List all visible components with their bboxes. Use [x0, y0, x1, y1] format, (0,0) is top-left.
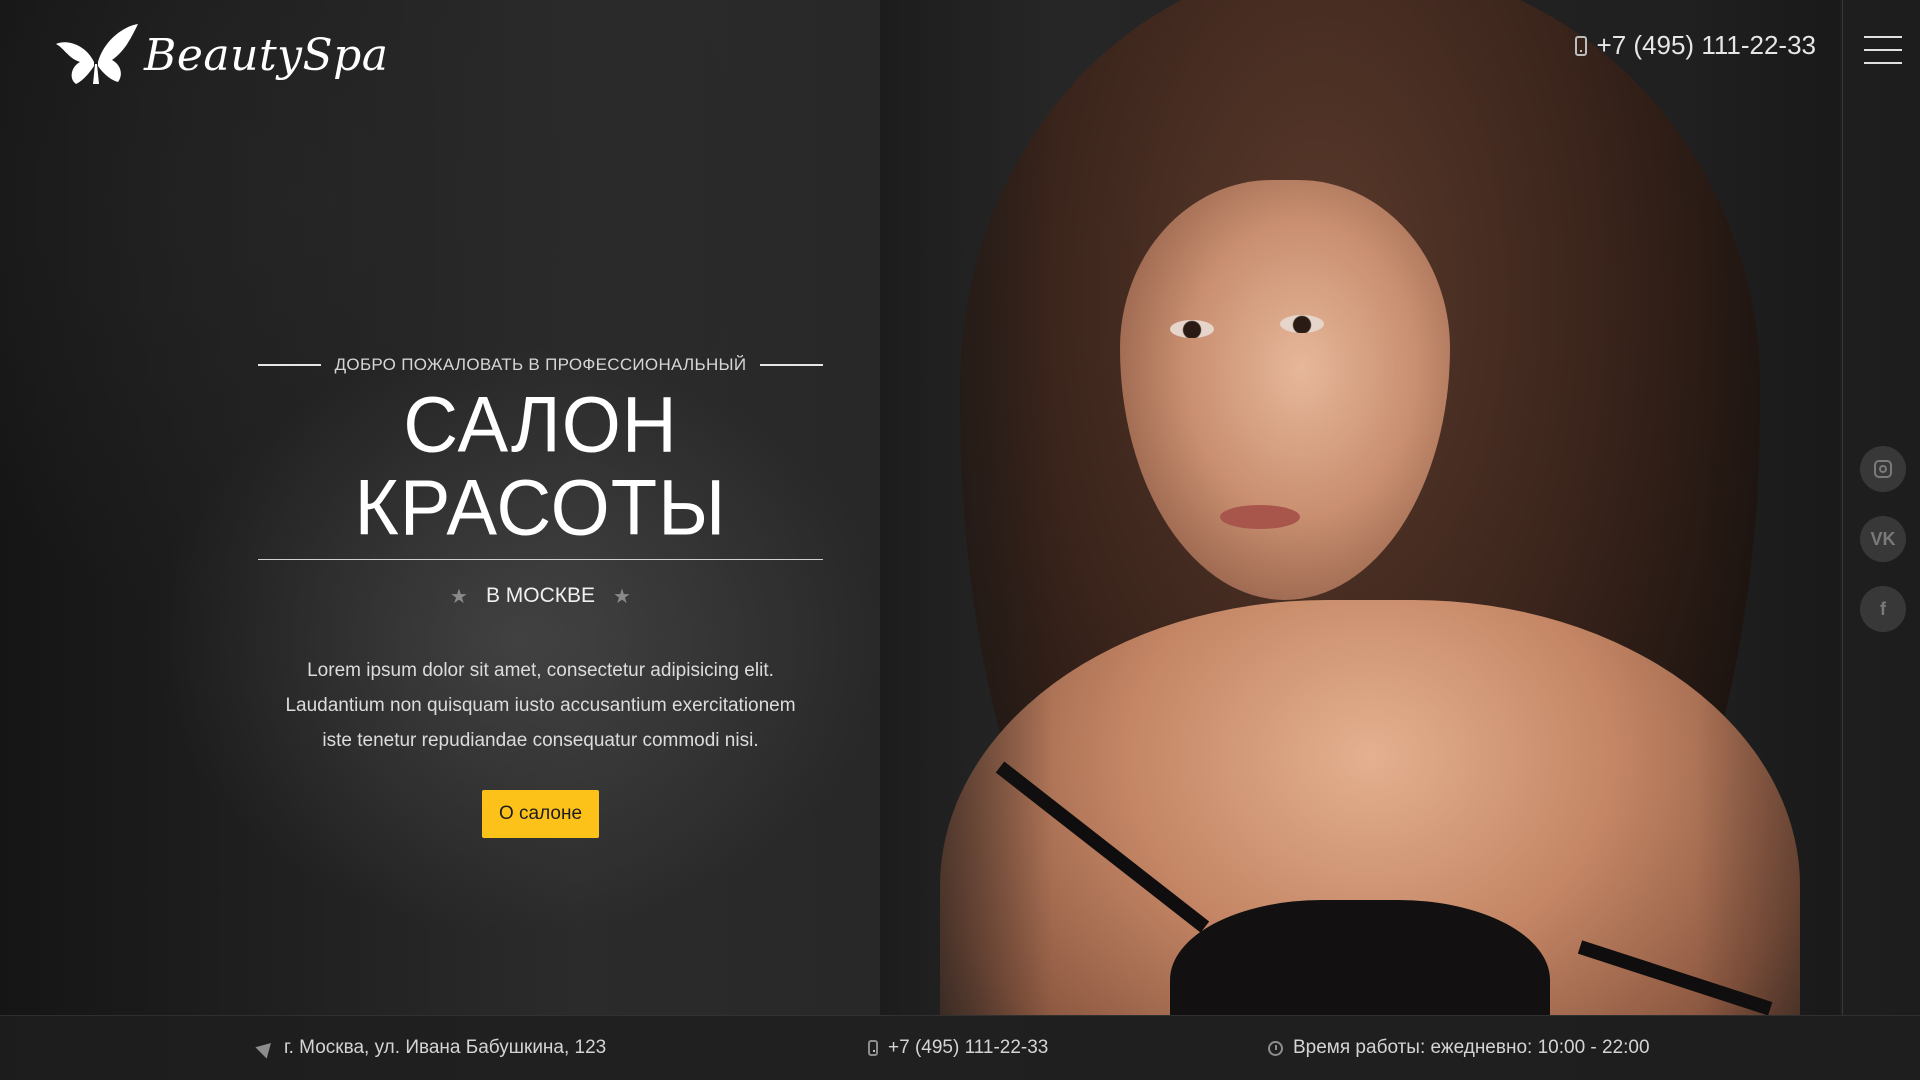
header-phone-number: +7 (495) 111-22-33: [1596, 30, 1816, 60]
site-logo[interactable]: BeautySpa: [54, 22, 389, 88]
city-row: ★ В МОСКВЕ ★: [258, 584, 823, 609]
divider-line: [760, 364, 824, 366]
butterfly-icon: [56, 24, 138, 84]
hero-intro: ДОБРО ПОЖАЛОВАТЬ В ПРОФЕССИОНАЛЬНЫЙ САЛО…: [258, 355, 824, 838]
logo-text: BeautySpa: [144, 29, 389, 81]
description-line: Laudantium non quisquam iusto accusantiu…: [285, 694, 796, 716]
address-item: г. Москва, ул. Ивана Бабушкина, 123: [255, 1037, 607, 1059]
facebook-icon: f: [1880, 598, 1886, 619]
about-salon-button[interactable]: О салоне: [481, 789, 600, 838]
location-arrow-icon: [255, 1037, 277, 1059]
footer-phone-item[interactable]: +7 (495) 111-22-33: [868, 1037, 1048, 1059]
hero-description: Lorem ipsum dolor sit amet, consectetur …: [258, 653, 823, 758]
welcome-subtitle: ДОБРО ПОЖАЛОВАТЬ В ПРОФЕССИОНАЛЬНЫЙ: [334, 355, 747, 374]
welcome-row: ДОБРО ПОЖАЛОВАТЬ В ПРОФЕССИОНАЛЬНЫЙ: [258, 355, 824, 375]
description-line: Lorem ipsum dolor sit amet, consectetur …: [307, 659, 774, 681]
hamburger-menu-icon[interactable]: [1864, 36, 1902, 64]
working-hours-item: Время работы: ежедневно: 10:00 - 22:00: [1268, 1037, 1650, 1059]
description-line: iste tenetur repudiandae consequatur com…: [322, 729, 759, 751]
star-icon: ★: [450, 585, 468, 608]
city-label: В МОСКВЕ: [485, 584, 596, 608]
clock-icon: [1268, 1040, 1283, 1056]
working-hours-text: Время работы: ежедневно: 10:00 - 22:00: [1293, 1037, 1650, 1058]
contact-bar: г. Москва, ул. Ивана Бабушкина, 123 +7 (…: [0, 1015, 1920, 1080]
title-divider: [258, 558, 823, 560]
address-text: г. Москва, ул. Ивана Бабушкина, 123: [284, 1037, 607, 1058]
hero-portrait-image: [880, 0, 1840, 1015]
divider-line: [258, 364, 321, 366]
instagram-icon: [1874, 460, 1892, 478]
header-phone[interactable]: +7 (495) 111-22-33: [1574, 30, 1816, 61]
facebook-button[interactable]: f: [1860, 586, 1906, 632]
vk-button[interactable]: VK: [1860, 516, 1906, 562]
mobile-phone-icon: [868, 1040, 878, 1056]
social-links: VK f: [1860, 446, 1906, 632]
instagram-button[interactable]: [1860, 446, 1906, 492]
right-panel-divider: [1842, 0, 1843, 1015]
footer-phone-number: +7 (495) 111-22-33: [888, 1037, 1049, 1058]
page-title: САЛОН КРАСОТЫ: [354, 380, 727, 553]
mobile-phone-icon: [1574, 35, 1587, 56]
star-icon: ★: [613, 585, 631, 608]
vk-icon: VK: [1870, 528, 1896, 549]
